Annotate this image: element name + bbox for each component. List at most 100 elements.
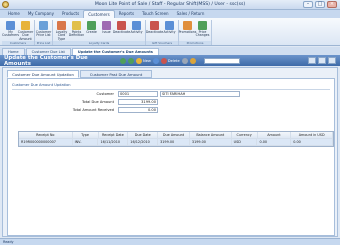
ribbon-tab-touch-screen[interactable]: Touch Screen [138,10,173,18]
delete-icon [160,57,167,64]
column-header-balance-amount[interactable]: Balance Amount [190,132,232,138]
people-icon [6,21,15,30]
subtab-customer-due-amount-updation[interactable]: Customer Due Amount Updation [7,70,79,78]
card-issue-icon [102,21,111,30]
ribbon: My Customers Customer Due Amount Customers… [0,18,340,46]
total-due-field: 3199.00 [118,99,158,105]
title-bar: Moon Lite Point of Sale / Staff - Regula… [0,0,340,10]
ribbon-group-label: Gift Vouchers [146,41,178,45]
updation-panel: Customer Due Amount Updation Customer 00… [7,78,335,236]
table-row[interactable]: R19R000000000007 INV- 16/11/2010 16/12/2010… [19,139,333,146]
cell-balance-amount: 3199.00 [190,139,232,145]
back-button[interactable] [120,57,126,64]
ribbon-button-label: Deactivate [145,30,164,34]
ribbon-button-label: Activity [163,30,176,34]
export-icon[interactable] [308,57,316,64]
ribbon-group-customers: My Customers Customer Due Amount Customers [2,20,35,45]
ribbon-group-price-list: Customer Price List Price List [35,20,53,45]
promo-icon [183,21,192,30]
ribbon-group-loyalty-cards: Loyalty Card Type Points Definition Create… [53,20,146,45]
ribbon-tab-products[interactable]: Products [58,10,83,18]
find-button[interactable] [189,57,196,64]
refresh-icon[interactable] [318,57,326,64]
cell-amount[interactable]: 0.00 [257,139,292,145]
back-icon [120,57,126,64]
new-icon [136,57,142,64]
star-icon [72,21,81,30]
ribbon-button-label: Points Definition [68,30,85,38]
customer-code-field[interactable]: 0001 [118,91,158,97]
ribbon-group-label: Price List [35,41,52,45]
ribbon-group-gift-vouchers: Deactivate Activity Gift Vouchers [146,20,179,45]
ribbon-button-label: Loyalty Card Type [55,30,68,41]
ribbon-tab-reports[interactable]: Reports [115,10,138,18]
ribbon-button-label: Promotions [178,30,197,34]
page-header: Update the Customer's Due Amounts New De… [0,54,340,67]
cell-due-amount: 3199.00 [158,139,190,145]
column-header-amount[interactable]: Amount [258,132,292,138]
column-header-type[interactable]: Type [73,132,99,138]
money-icon [21,21,30,30]
print-icon [181,57,188,64]
ribbon-button-label: Activity [130,30,143,34]
column-header-currency[interactable]: Currency [232,132,258,138]
ribbon-tab-home[interactable]: Home [4,10,24,18]
close-button[interactable]: × [327,1,337,8]
card-disable-icon [117,21,126,30]
ribbon-tab-sales-return[interactable]: Sales / Return [173,10,209,18]
save-icon [152,57,159,64]
column-header-receipt-date[interactable]: Receipt Date [99,132,129,138]
cell-receipt-date: 16/11/2010 [98,139,129,145]
cell-receipt-no: R19R000000000007 [19,139,73,145]
ribbon-button-label: My Customers [1,30,20,38]
cell-amount-in-usd: 0.00 [291,139,333,145]
grid-header-row: Receipt No Type Receipt Date Due Date Due Am… [19,132,334,139]
group-title: Customer Due Amount Updation [12,83,71,87]
find-icon [189,57,196,64]
group-divider [12,89,330,90]
column-header-due-amount[interactable]: Due Amount [158,132,190,138]
column-header-amount-in-usd[interactable]: Amount in USD [291,132,334,138]
voucher-activity-icon [165,21,174,30]
column-header-due-date[interactable]: Due Date [128,132,159,138]
ribbon-button-label: Customer Due Amount [17,30,34,41]
minimize-button[interactable]: – [303,1,313,8]
ribbon-button-label: Deactivate [112,30,131,34]
forward-button[interactable] [128,57,134,64]
card-icon [57,21,66,30]
forward-icon [128,57,134,64]
cell-due-date: 16/12/2010 [128,139,159,145]
customer-name-field[interactable]: SITI FARIHAH [160,91,240,97]
column-header-receipt-no[interactable]: Receipt No [19,132,73,138]
page-title: Update the Customer's Due Amounts [4,54,88,67]
save-button[interactable] [152,57,159,64]
total-due-label: Total Due Amount [81,100,114,104]
price-icon [198,21,207,30]
ribbon-group-label: Promotions [179,41,211,45]
list-icon [39,21,48,30]
card-add-icon [87,21,96,30]
delete-label: Delete [167,58,180,63]
ribbon-button-label: Price Changes [195,30,210,38]
ribbon-group-label: Loyalty Cards [53,41,145,45]
ribbon-tab-my-company[interactable]: My Company [24,10,58,18]
activity-icon [132,21,141,30]
maximize-button[interactable]: □ [315,1,325,8]
ribbon-group-label: Customers [2,41,34,45]
ribbon-button-label: Create [86,30,97,34]
ribbon-tab-customers[interactable]: Customers [83,10,115,18]
search-input[interactable] [203,57,240,64]
cell-currency: USD [232,139,258,145]
delete-button[interactable]: Delete [160,57,180,64]
print-button[interactable] [181,57,188,64]
due-amount-grid: Receipt No Type Receipt Date Due Date Due Am… [18,131,334,147]
window-title: Moon Lite Point of Sale / Staff - Regula… [94,2,246,7]
subtab-customer-past-due-amount-payments[interactable]: Customer Past Due Amount Payments [80,70,152,82]
total-received-field: 0.00 [118,107,158,113]
sub-tabs: Customer Due Amount Updation Customer Pas… [7,70,153,82]
ribbon-button-label: Issue [102,30,111,34]
close-page-icon[interactable] [328,57,336,64]
total-received-label: Total Amount Received [72,108,114,112]
new-button[interactable]: New [136,57,151,64]
ribbon-button-label: Customer Price List [35,30,52,38]
